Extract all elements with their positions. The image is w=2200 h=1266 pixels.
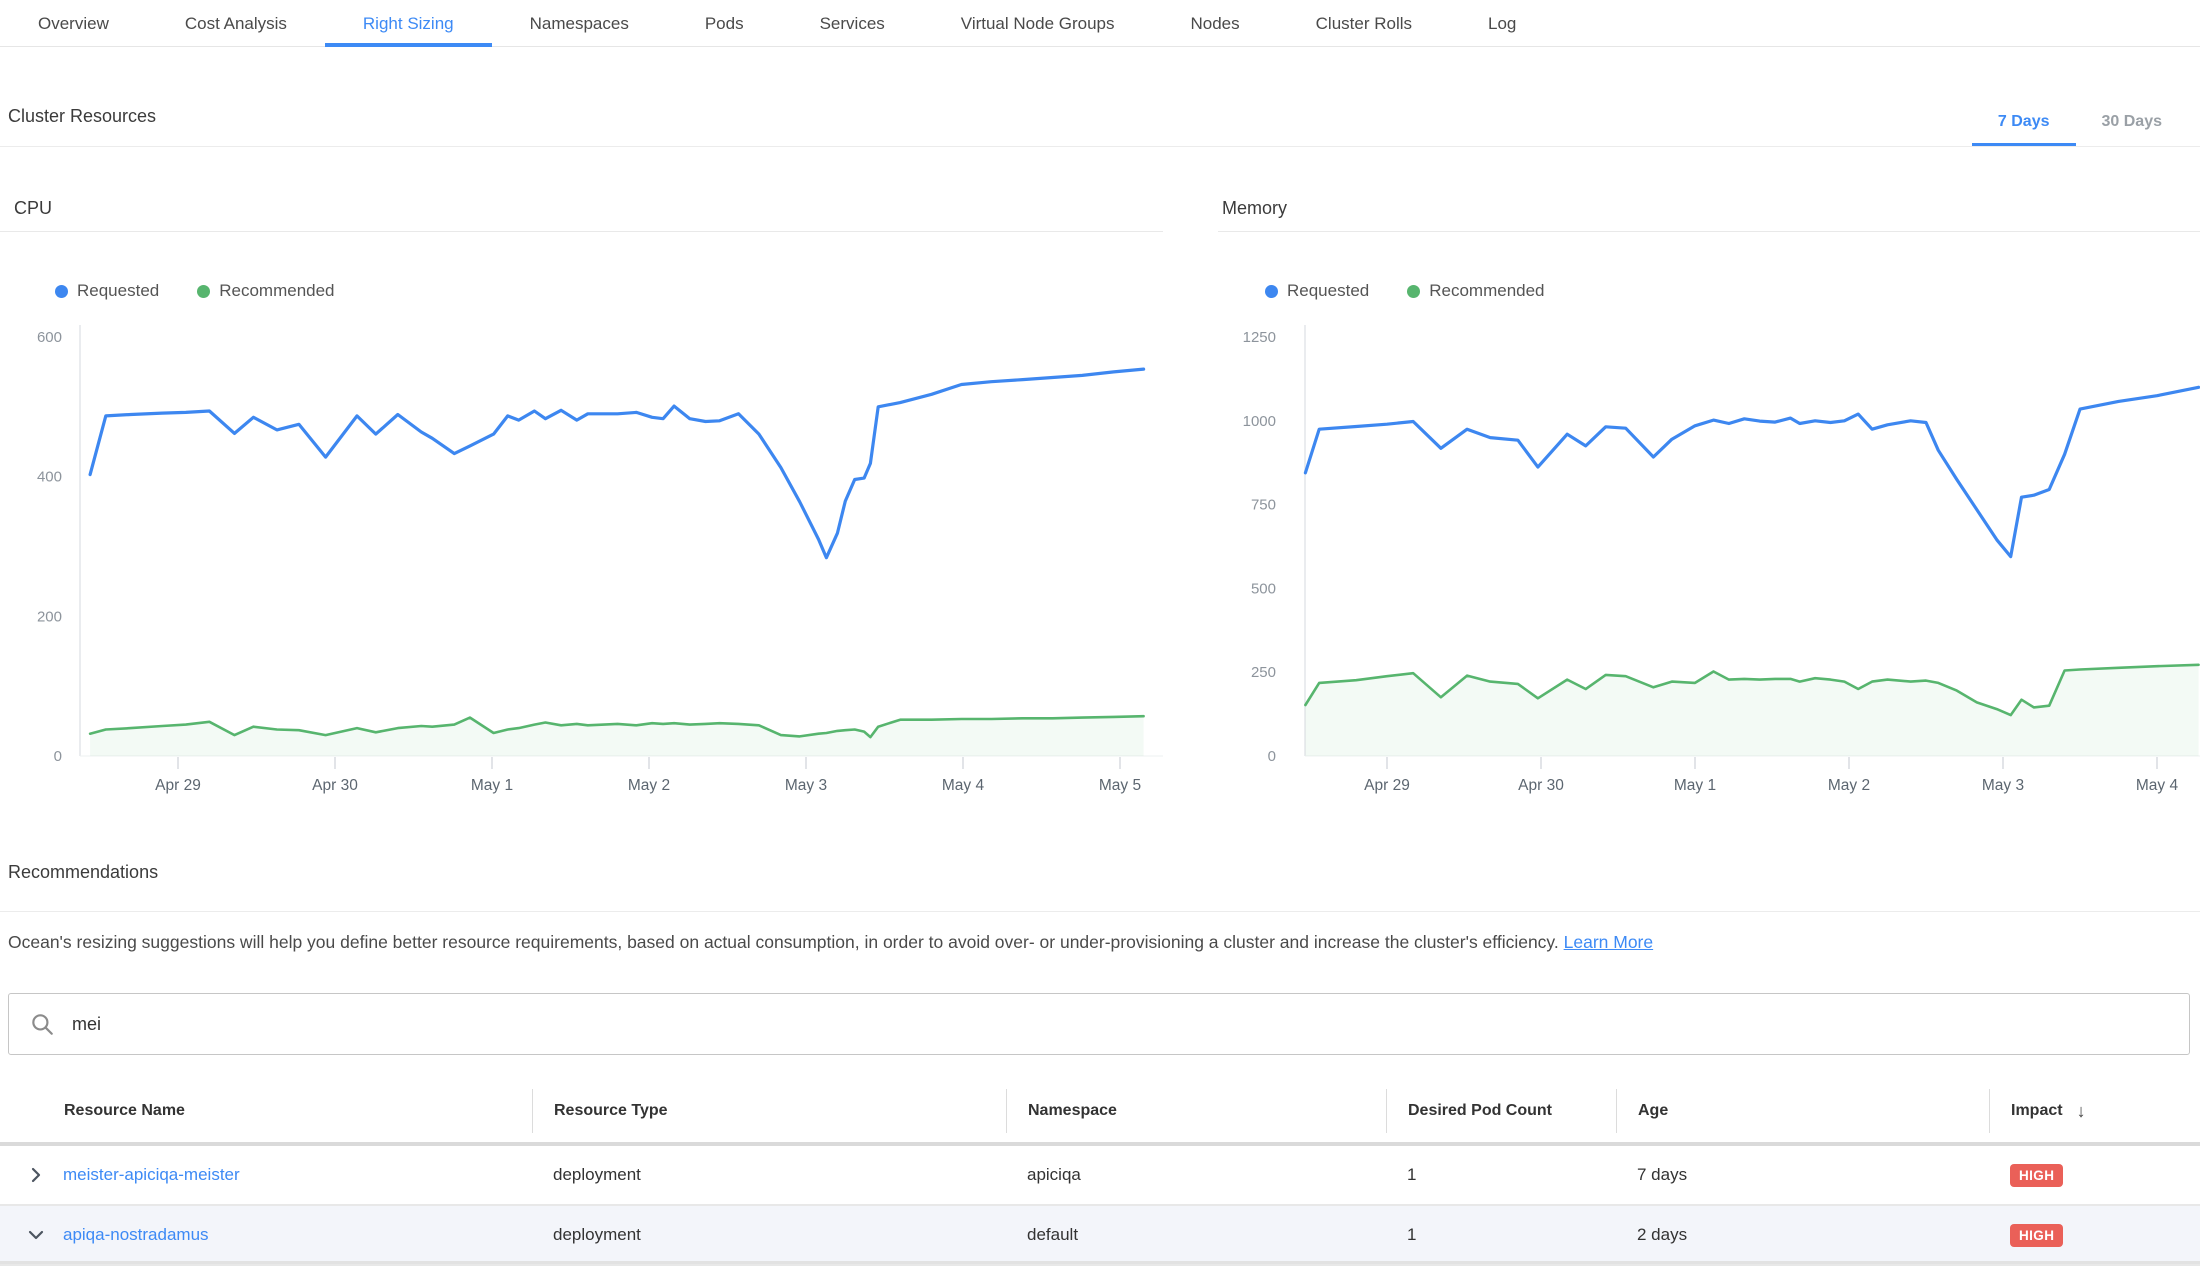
description-text: Ocean's resizing suggestions will help y… — [8, 932, 1559, 952]
svg-text:600: 600 — [37, 329, 62, 346]
pod-count-cell: 1 — [1386, 1165, 1616, 1185]
table-row[interactable]: apiqa-nostradamus deploymentdefault12 day… — [0, 1206, 2200, 1266]
svg-text:May 1: May 1 — [471, 777, 513, 794]
resource-type-cell: deployment — [532, 1165, 1006, 1185]
table-header: Resource Name Resource Type Namespace De… — [0, 1080, 2200, 1146]
svg-text:May 2: May 2 — [628, 777, 670, 794]
chevron-down-icon[interactable] — [26, 1225, 46, 1245]
svg-text:750: 750 — [1251, 497, 1276, 514]
resource-name-link[interactable]: apiqa-nostradamus — [63, 1225, 209, 1245]
column-header-namespace[interactable]: Namespace — [1006, 1089, 1386, 1133]
cpu-legend: Requested Recommended — [55, 281, 335, 301]
tab-virtual-node-groups[interactable]: Virtual Node Groups — [923, 0, 1153, 47]
legend-label: Recommended — [219, 281, 334, 301]
resource-name-link[interactable]: meister-apiciqa-meister — [63, 1165, 240, 1185]
svg-text:0: 0 — [54, 748, 62, 765]
tab-log[interactable]: Log — [1450, 0, 1554, 47]
legend-item-recommended[interactable]: Recommended — [1407, 281, 1544, 301]
divider — [0, 231, 1163, 232]
tab-pods[interactable]: Pods — [667, 0, 782, 47]
search-input[interactable] — [70, 1013, 2169, 1036]
memory-chart-title: Memory — [1222, 198, 1287, 219]
divider — [0, 911, 2200, 912]
svg-text:0: 0 — [1268, 748, 1276, 765]
cpu-chart-title: CPU — [14, 198, 52, 219]
search-box[interactable] — [8, 993, 2190, 1055]
recommendations-title: Recommendations — [8, 862, 158, 883]
recommended-dot-icon — [197, 285, 210, 298]
table-body: meister-apiciqa-meisterdeploymentapiciqa… — [0, 1146, 2200, 1266]
cpu-line-chart: 0 200 400 600 Apr 29 Apr 30 May 1 May 2 May 3 May… — [0, 320, 1163, 800]
recommended-dot-icon — [1407, 285, 1420, 298]
column-header-impact[interactable]: Impact↓ — [1989, 1089, 2200, 1133]
namespace-cell: default — [1006, 1225, 1386, 1245]
legend-label: Requested — [77, 281, 159, 301]
pod-count-cell: 1 — [1386, 1225, 1616, 1245]
tab-nodes[interactable]: Nodes — [1153, 0, 1278, 47]
top-nav: OverviewCost AnalysisRight SizingNamespa… — [0, 0, 2200, 47]
tab-namespaces[interactable]: Namespaces — [492, 0, 667, 47]
table-row[interactable]: meister-apiciqa-meister deploymentapiciqa… — [0, 1146, 2200, 1206]
range-tab-30-days[interactable]: 30 Days — [2076, 98, 2189, 146]
requested-dot-icon — [55, 285, 68, 298]
memory-legend: Requested Recommended — [1265, 281, 1545, 301]
svg-text:1000: 1000 — [1243, 413, 1276, 430]
namespace-cell: apiciqa — [1006, 1165, 1386, 1185]
tab-cost-analysis[interactable]: Cost Analysis — [147, 0, 325, 47]
requested-dot-icon — [1265, 285, 1278, 298]
svg-text:Apr 30: Apr 30 — [1518, 777, 1564, 794]
column-header-age[interactable]: Age — [1616, 1089, 1989, 1133]
search-icon — [29, 1011, 55, 1037]
svg-text:May 3: May 3 — [1982, 777, 2024, 794]
legend-label: Recommended — [1429, 281, 1544, 301]
svg-text:May 1: May 1 — [1674, 777, 1716, 794]
resource-type-cell: deployment — [532, 1225, 1006, 1245]
impact-badge: HIGH — [2010, 1224, 2063, 1247]
svg-text:400: 400 — [37, 469, 62, 486]
chevron-right-icon[interactable] — [26, 1165, 46, 1185]
svg-text:Apr 30: Apr 30 — [312, 777, 358, 794]
svg-text:May 3: May 3 — [785, 777, 827, 794]
svg-text:Apr 29: Apr 29 — [1364, 777, 1410, 794]
legend-item-recommended[interactable]: Recommended — [197, 281, 334, 301]
svg-text:Apr 29: Apr 29 — [155, 777, 201, 794]
svg-text:200: 200 — [37, 608, 62, 625]
cluster-resources-title: Cluster Resources — [8, 106, 156, 127]
tab-overview[interactable]: Overview — [0, 0, 147, 47]
svg-text:May 5: May 5 — [1099, 777, 1141, 794]
svg-text:May 4: May 4 — [2136, 777, 2179, 794]
age-cell: 2 days — [1616, 1225, 1989, 1245]
age-cell: 7 days — [1616, 1165, 1989, 1185]
svg-text:1250: 1250 — [1243, 329, 1276, 346]
impact-badge: HIGH — [2010, 1164, 2063, 1187]
divider — [0, 146, 2200, 147]
legend-item-requested[interactable]: Requested — [1265, 281, 1369, 301]
tab-right-sizing[interactable]: Right Sizing — [325, 0, 492, 47]
tab-services[interactable]: Services — [782, 0, 923, 47]
column-header-resource-name[interactable]: Resource Name — [0, 1089, 532, 1133]
svg-text:250: 250 — [1251, 664, 1276, 681]
legend-item-requested[interactable]: Requested — [55, 281, 159, 301]
recommendations-description: Ocean's resizing suggestions will help y… — [8, 932, 1653, 953]
legend-label: Requested — [1287, 281, 1369, 301]
svg-text:May 2: May 2 — [1828, 777, 1870, 794]
range-tabs: 7 Days30 Days — [1972, 98, 2188, 146]
tab-cluster-rolls[interactable]: Cluster Rolls — [1278, 0, 1450, 47]
divider — [1218, 231, 2200, 232]
svg-text:May 4: May 4 — [942, 777, 985, 794]
column-header-desired-pod-count[interactable]: Desired Pod Count — [1386, 1089, 1616, 1133]
range-tab-7-days[interactable]: 7 Days — [1972, 98, 2076, 146]
sort-desc-icon[interactable]: ↓ — [2077, 1101, 2086, 1122]
svg-text:500: 500 — [1251, 580, 1276, 597]
learn-more-link[interactable]: Learn More — [1564, 932, 1654, 952]
memory-line-chart: 0 250 500 750 1000 1250 Apr 29 Apr 30 May 1 May 2… — [1218, 320, 2200, 800]
column-header-resource-type[interactable]: Resource Type — [532, 1089, 1006, 1133]
